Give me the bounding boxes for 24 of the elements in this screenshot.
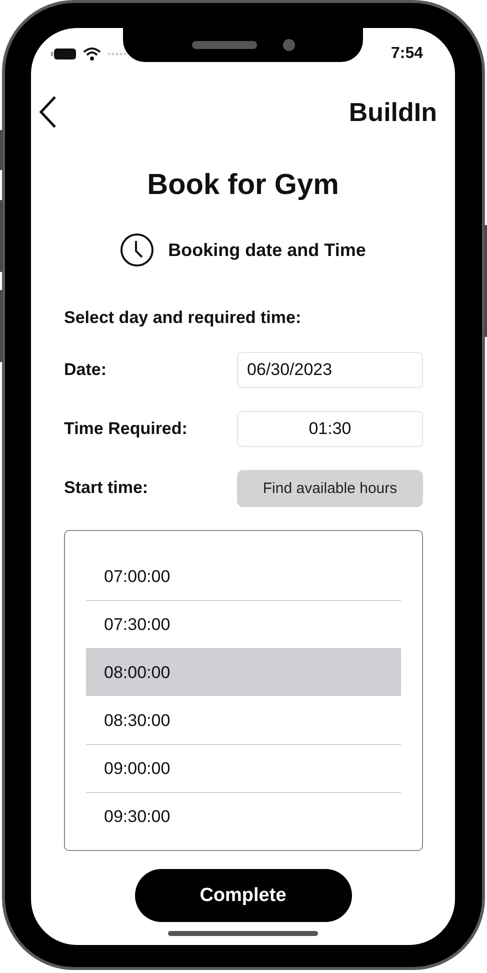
wifi-icon [83,47,101,61]
speaker-icon [192,41,256,49]
field-label: Date: [64,360,107,380]
status-time: 7:54 [390,45,423,63]
back-button[interactable] [37,95,59,129]
time-option[interactable]: 09:30:00 [86,792,401,840]
time-option[interactable]: 09:00:00 [86,744,401,792]
battery-icon [51,48,77,60]
input-field[interactable]: 01:30 [237,411,423,447]
camera-icon [282,39,294,51]
complete-button[interactable]: Complete [134,869,352,922]
time-option[interactable]: 08:00:00 [86,648,401,696]
page-title: Book for Gym [147,168,339,203]
find-hours-button[interactable]: Find available hours [237,470,423,506]
app-title: BuildIn [348,96,437,128]
time-option[interactable]: 07:00:00 [86,552,401,600]
time-option[interactable]: 08:30:00 [86,696,401,744]
instruction-text: Select day and required time: [64,307,302,329]
section-label: Booking date and Time [168,240,366,260]
field-label: Time Required: [64,419,188,439]
signal-icon [107,52,127,56]
clock-icon [120,233,154,267]
input-field[interactable]: 06/30/2023 [237,352,423,388]
field-label: Start time: [64,478,148,498]
